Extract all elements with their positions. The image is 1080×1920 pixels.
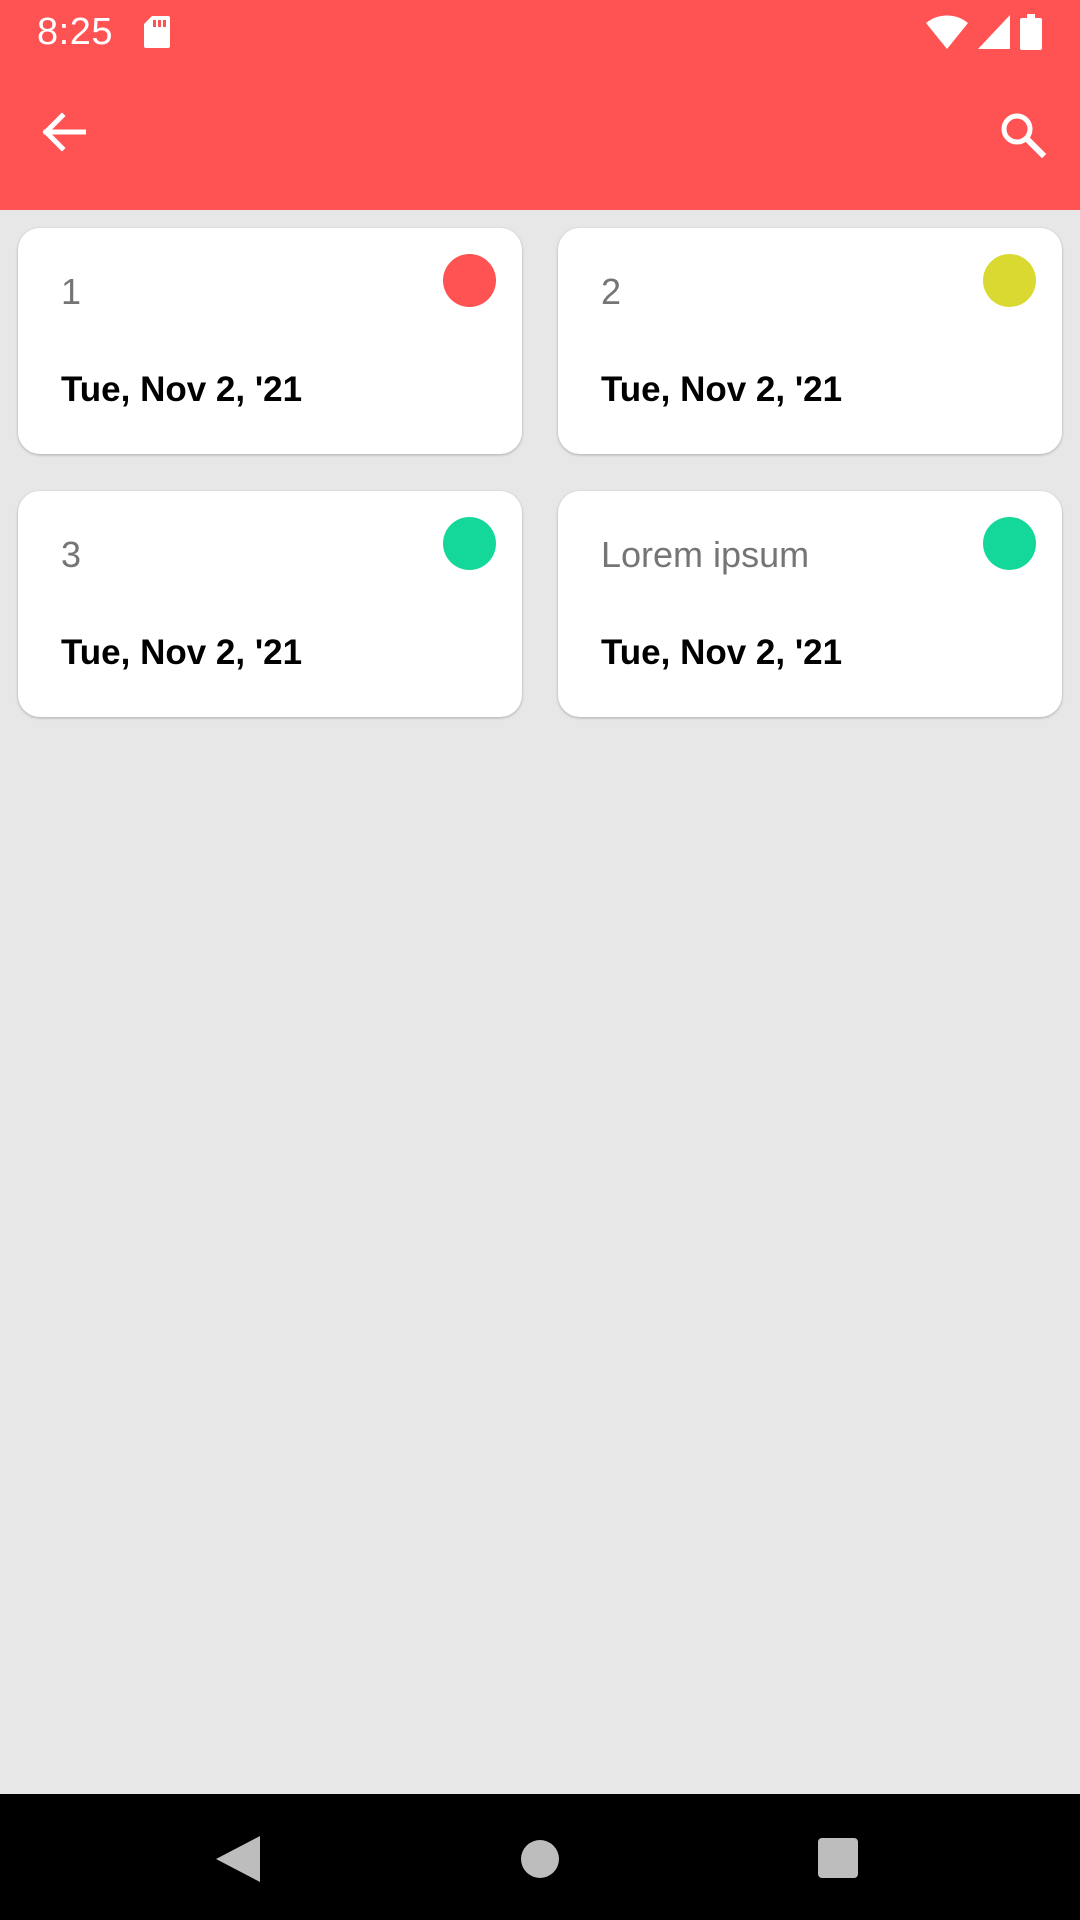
note-card[interactable]: 3 Tue, Nov 2, '21 xyxy=(18,491,522,717)
note-date: Tue, Nov 2, '21 xyxy=(61,370,303,409)
notes-grid: 1 Tue, Nov 2, '21 2 Tue, Nov 2, '21 3 Tu… xyxy=(18,228,1062,717)
search-button[interactable] xyxy=(992,104,1052,164)
nav-recents-icon[interactable] xyxy=(818,1838,858,1878)
note-date: Tue, Nov 2, '21 xyxy=(601,370,843,409)
status-time: 8:25 xyxy=(37,11,113,53)
note-title: Lorem ipsum xyxy=(601,534,810,575)
nav-back-icon[interactable] xyxy=(216,1836,260,1882)
note-title: 2 xyxy=(601,271,622,312)
note-color-dot xyxy=(983,254,1036,307)
note-color-dot xyxy=(983,517,1036,570)
nav-home-icon[interactable] xyxy=(521,1840,559,1878)
note-card[interactable]: 1 Tue, Nov 2, '21 xyxy=(18,228,522,454)
note-card[interactable]: Lorem ipsum Tue, Nov 2, '21 xyxy=(558,491,1062,717)
search-icon xyxy=(1001,113,1046,158)
back-arrow-icon xyxy=(42,112,86,152)
note-card[interactable]: 2 Tue, Nov 2, '21 xyxy=(558,228,1062,454)
note-color-dot xyxy=(443,254,496,307)
system-nav-bar xyxy=(0,1794,1080,1920)
back-button[interactable] xyxy=(34,102,94,162)
app-bar xyxy=(0,64,1080,210)
wifi-icon xyxy=(926,15,968,49)
note-color-dot xyxy=(443,517,496,570)
note-date: Tue, Nov 2, '21 xyxy=(601,633,843,672)
note-title: 3 xyxy=(61,534,82,575)
note-title: 1 xyxy=(61,271,82,312)
cell-signal-icon xyxy=(978,15,1010,49)
sd-card-icon xyxy=(144,16,170,48)
battery-icon xyxy=(1020,14,1042,50)
status-bar: 8:25 xyxy=(0,0,1080,64)
note-date: Tue, Nov 2, '21 xyxy=(61,633,303,672)
